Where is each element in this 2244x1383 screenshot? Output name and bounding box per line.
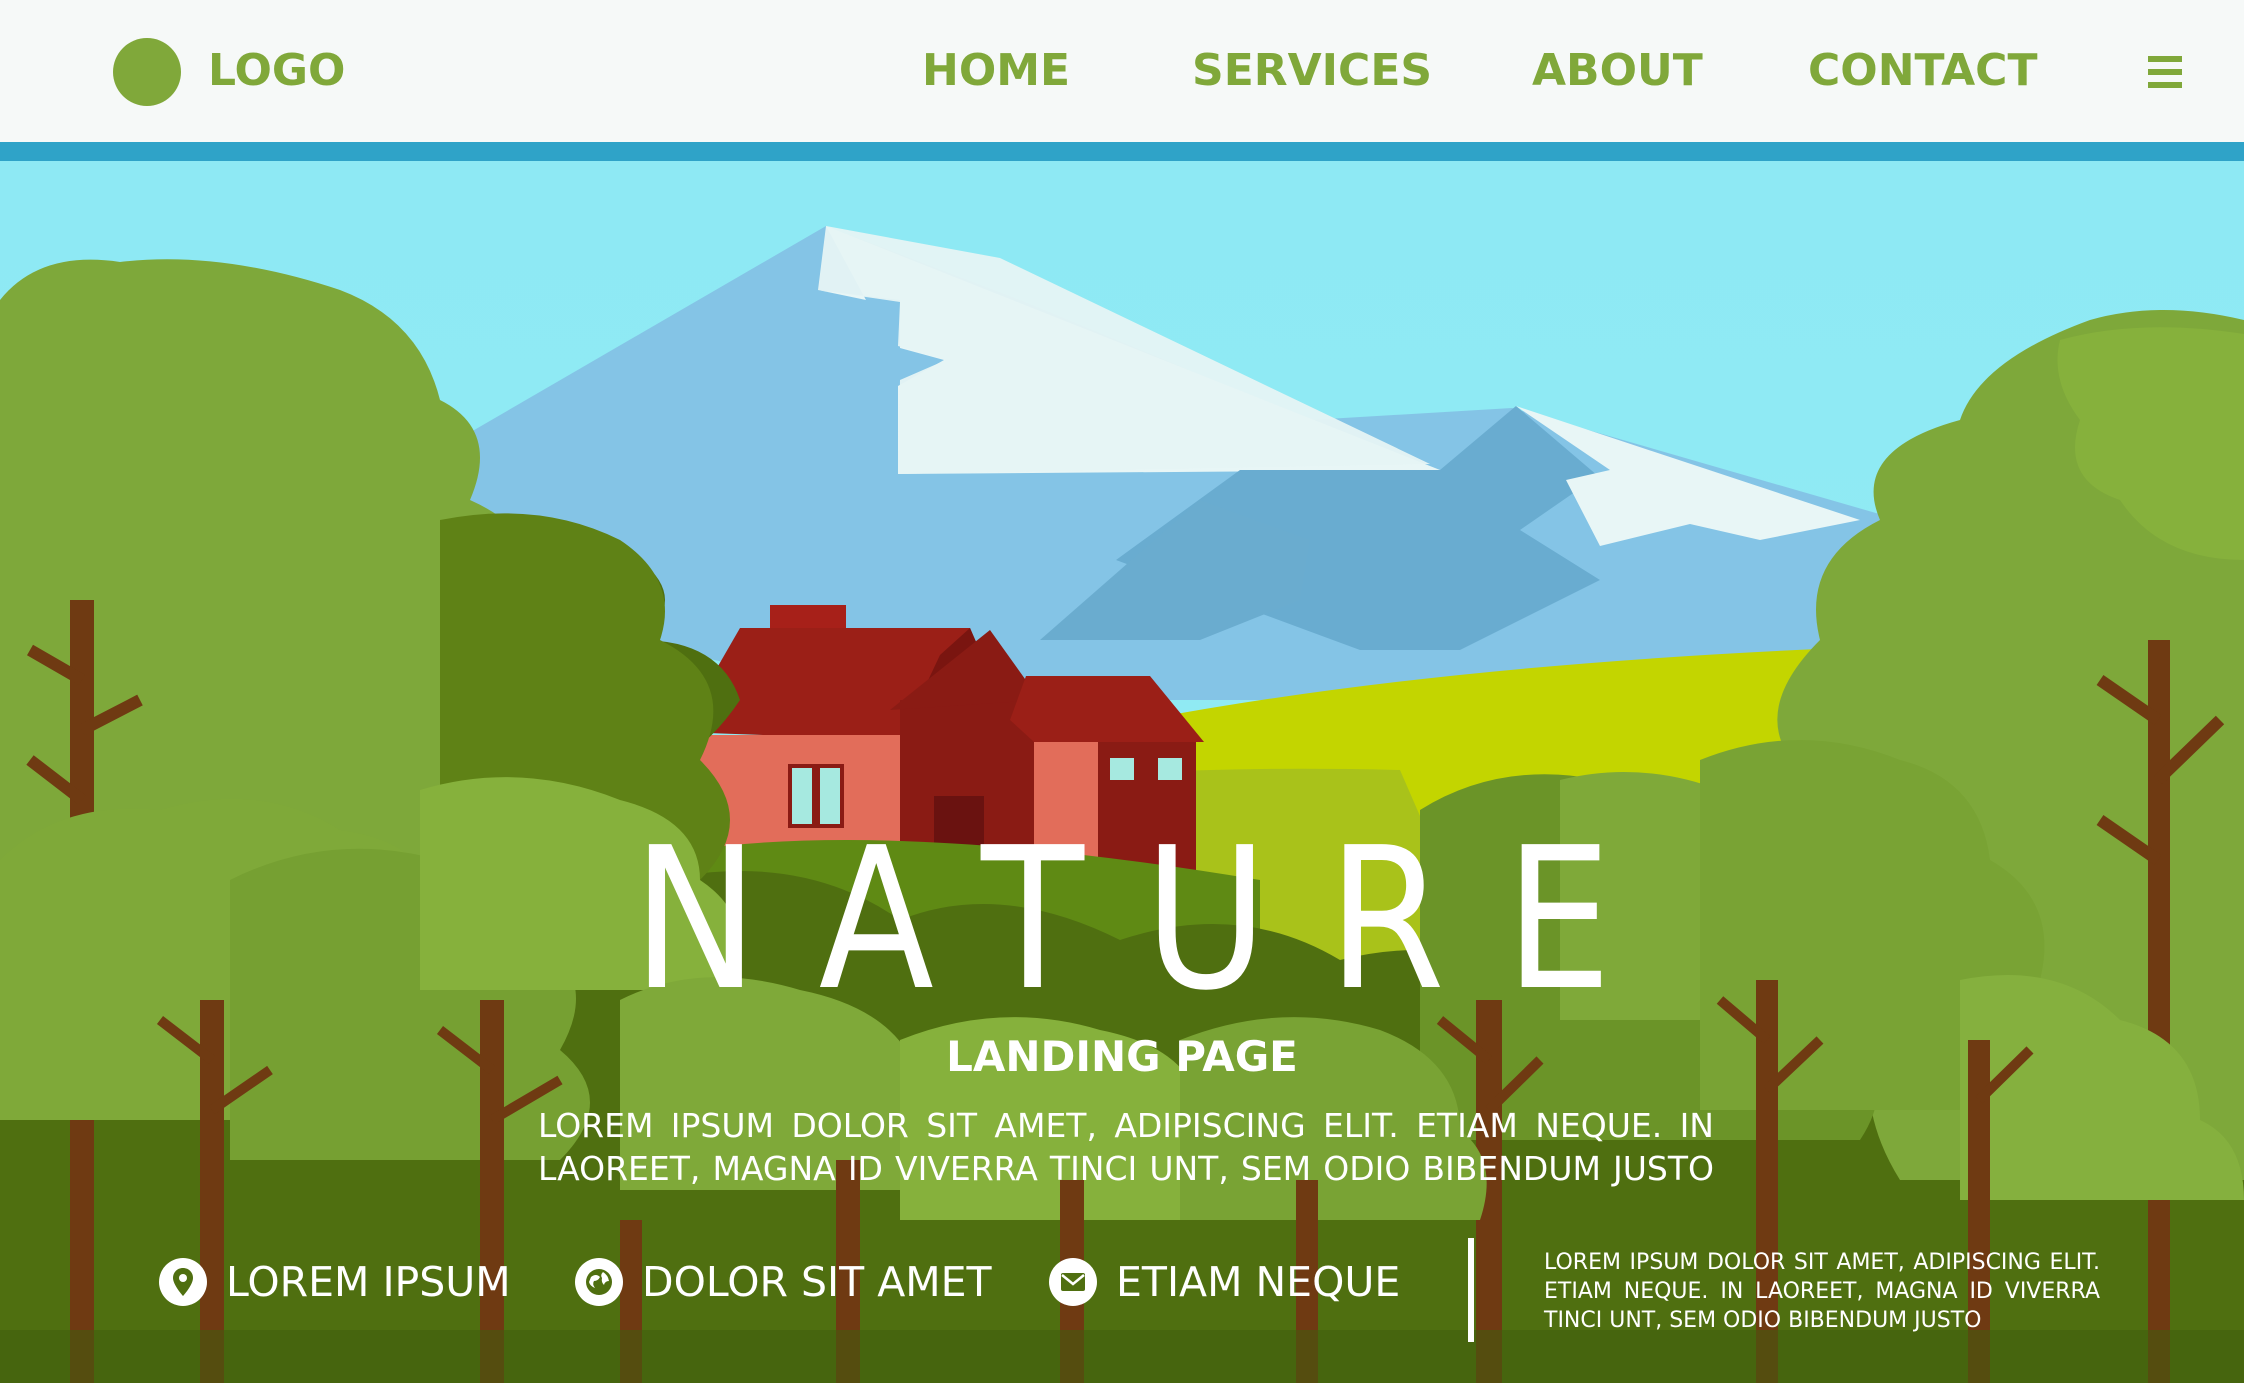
- vertical-divider: [1468, 1238, 1474, 1342]
- side-note-line: LOREM IPSUM DOLOR SIT AMET, ADIPISCING E…: [1544, 1250, 2100, 1275]
- globe-icon: [575, 1258, 623, 1306]
- contact-email-label: ETIAM NEQUE: [1116, 1258, 1401, 1306]
- hero-title: NATURE: [632, 806, 1672, 1034]
- landing-page: LOGO HOME SERVICES ABOUT CONTACT NATURE …: [0, 0, 2244, 1383]
- contact-website-label: DOLOR SIT AMET: [642, 1258, 992, 1306]
- logo-circle-icon[interactable]: [113, 38, 181, 106]
- contact-website[interactable]: DOLOR SIT AMET: [574, 1252, 992, 1312]
- nav-contact[interactable]: CONTACT: [1808, 42, 2037, 100]
- nav-about[interactable]: ABOUT: [1532, 42, 1703, 100]
- mail-icon: [1049, 1258, 1097, 1306]
- hero-description-line: LOREM IPSUM DOLOR SIT AMET, ADIPISCING E…: [538, 1106, 1714, 1145]
- location-pin-icon: [159, 1258, 207, 1306]
- nature-scene-illustration: [0, 161, 2244, 1383]
- header-accent-bar: [0, 142, 2244, 161]
- side-note: LOREM IPSUM DOLOR SIT AMET, ADIPISCING E…: [1544, 1248, 2100, 1335]
- logo-text[interactable]: LOGO: [208, 42, 345, 100]
- hero-description: LOREM IPSUM DOLOR SIT AMET, ADIPISCING E…: [538, 1104, 1714, 1190]
- hero-description-line: LAOREET, MAGNA ID VIVERRA TINCI UNT, SEM…: [538, 1149, 1714, 1188]
- contact-email[interactable]: ETIAM NEQUE: [1048, 1252, 1400, 1312]
- side-note-line: ETIAM NEQUE. IN LAOREET, MAGNA ID VIVERR…: [1544, 1279, 2100, 1304]
- hamburger-menu-icon[interactable]: [2148, 56, 2182, 88]
- contact-location-label: LOREM IPSUM: [226, 1258, 511, 1306]
- nav-services[interactable]: SERVICES: [1192, 42, 1432, 100]
- top-navbar: LOGO HOME SERVICES ABOUT CONTACT: [0, 0, 2244, 142]
- nav-home[interactable]: HOME: [922, 42, 1070, 100]
- side-note-line: TINCI UNT, SEM ODIO BIBENDUM JUSTO: [1544, 1308, 1982, 1333]
- contact-location[interactable]: LOREM IPSUM: [158, 1252, 511, 1312]
- hero-subtitle: LANDING PAGE: [946, 1032, 1298, 1081]
